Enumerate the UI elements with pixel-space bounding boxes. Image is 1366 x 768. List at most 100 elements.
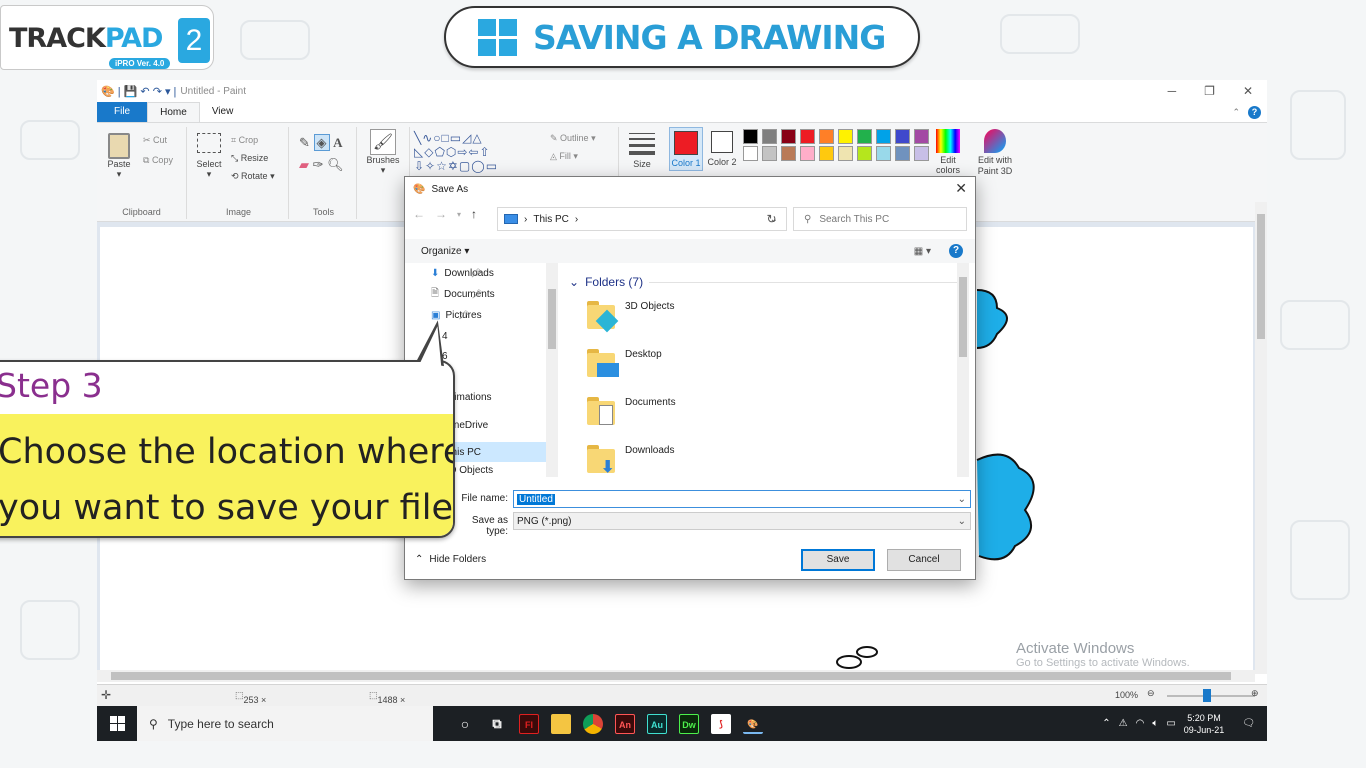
collapse-ribbon-icon[interactable]: ⌃ [1232,107,1240,118]
folder-downloads[interactable]: ⬇ Downloads [587,443,674,476]
zoom-in-icon[interactable]: ⊕ [1251,688,1259,699]
palette-swatch[interactable] [914,146,929,161]
start-button[interactable] [97,716,137,731]
edit-colors-button[interactable]: Edit colors [931,127,965,173]
paste-button[interactable]: Paste ▾ [103,133,135,180]
zoom-slider[interactable] [1167,689,1255,702]
palette-swatch[interactable] [743,146,758,161]
magnifier-icon[interactable]: 🔍︎ [327,157,344,172]
forward-icon[interactable]: → [435,207,447,221]
outline-button[interactable]: ✎ Outline ▾ [550,133,596,144]
palette-swatch[interactable] [819,129,834,144]
tab-file[interactable]: File [97,102,148,122]
vertical-scrollbar[interactable] [1255,202,1267,674]
color1-button[interactable]: Color 1 [669,127,703,171]
quick-access-icons[interactable]: 🎨 | 💾 ↶ ↷ ▾ | [101,85,176,98]
copy-button[interactable]: ⧉ Copy [143,155,173,166]
organize-button[interactable]: Organize ▾ [421,246,469,257]
palette-swatch[interactable] [800,146,815,161]
taskbar-clock[interactable]: 5:20 PM 09-Jun-21 [1184,712,1225,736]
nav-item-documents[interactable]: 🗎 Documents 📌︎ [431,284,495,304]
dreamweaver-icon[interactable]: Dw [679,713,699,734]
palette-swatch[interactable] [800,129,815,144]
palette-swatch[interactable] [876,129,891,144]
taskbar-search-input[interactable]: ⚲ Type here to search [137,706,433,741]
close-icon[interactable]: ✕ [1243,84,1253,98]
battery-icon[interactable]: ▭ [1166,718,1175,729]
fill-icon[interactable]: ◈ [313,134,330,151]
maximize-icon[interactable]: ❐ [1204,84,1215,98]
chrome-icon[interactable] [583,713,603,734]
network-alert-icon[interactable]: ⚠ [1119,718,1128,729]
crop-button[interactable]: ⌗ Crop [231,135,258,146]
palette-swatch[interactable] [762,146,777,161]
back-icon[interactable]: ← [413,207,425,221]
flash-icon[interactable]: Fl [519,713,539,734]
file-name-dropdown-icon[interactable]: ⌄ [958,494,970,505]
recent-dropdown-icon[interactable]: ▾ [457,210,461,219]
palette-swatch[interactable] [781,129,796,144]
nav-scrollbar[interactable] [546,263,558,477]
save-button[interactable]: Save [801,549,875,571]
horizontal-scrollbar[interactable] [97,670,1255,682]
nav-item-downloads[interactable]: ⬇ Downloads 📌︎ [431,263,494,283]
shapes-gallery[interactable]: ╲∿○□▭◿△ ◺◇⬠⬡⇨⇦⇧ ⇩✧☆✡▢◯▭ [414,131,540,173]
palette-swatch[interactable] [895,146,910,161]
dialog-close-icon[interactable]: ✕ [955,180,967,197]
volume-icon[interactable]: 🔈︎ [1152,718,1158,729]
paint3d-button[interactable]: Edit with Paint 3D [973,127,1017,177]
eraser-icon[interactable]: ▰ [299,157,309,172]
search-input[interactable]: ⚲ Search This PC [793,207,967,231]
address-bar[interactable]: › This PC › ⌄ [497,207,787,231]
audition-icon[interactable]: Au [647,713,667,734]
resize-button[interactable]: ⤡ Resize [231,153,268,164]
animate-icon[interactable]: An [615,713,635,734]
task-view-icon[interactable]: ⧉ [487,714,507,734]
palette-swatch[interactable] [743,129,758,144]
palette-swatch[interactable] [895,129,910,144]
palette-swatch[interactable] [857,129,872,144]
palette-swatch[interactable] [876,146,891,161]
color-picker-icon[interactable]: ✑ [313,157,324,172]
palette-swatch[interactable] [819,146,834,161]
view-options-icon[interactable]: ▦ ▾ [914,246,931,257]
file-name-input[interactable]: Untitled ⌄ [513,490,971,508]
palette-swatch[interactable] [762,129,777,144]
acrobat-icon[interactable]: ⟆ [711,713,731,734]
hide-folders-button[interactable]: ⌃ Hide Folders [415,554,486,565]
notifications-icon[interactable]: 🗨︎ [1242,718,1255,729]
up-icon[interactable]: ↑ [471,207,477,221]
folders-group-header[interactable]: ⌄ Folders (7) [569,275,959,289]
zoom-out-icon[interactable]: ⊖ [1147,688,1155,699]
save-as-type-select[interactable]: PNG (*.png) ⌄ [513,512,971,530]
paint-taskbar-icon[interactable]: 🎨 [743,714,763,734]
folder-3d-objects[interactable]: 3D Objects [587,299,674,333]
color2-button[interactable]: Color 2 [705,127,739,171]
folder-documents[interactable]: Documents [587,395,676,425]
palette-swatch[interactable] [914,129,929,144]
save-as-type-dropdown-icon[interactable]: ⌄ [958,516,970,527]
dialog-help-icon[interactable]: ? [949,244,963,258]
refresh-icon[interactable]: ↻ [757,207,787,231]
cancel-button[interactable]: Cancel [887,549,961,571]
select-button[interactable]: Select ▾ [195,133,223,180]
pencil-icon[interactable]: ✎ [299,135,310,150]
help-icon[interactable]: ? [1248,105,1261,119]
brushes-button[interactable]: 🖌︎ Brushes ▾ [363,129,403,176]
file-list-scrollbar[interactable] [957,263,969,477]
cut-button[interactable]: ✂ Cut [143,135,167,146]
fill-button[interactable]: ◬ Fill ▾ [550,151,578,162]
palette-swatch[interactable] [838,146,853,161]
tray-chevron-icon[interactable]: ⌃ [1102,718,1110,729]
palette-swatch[interactable] [857,146,872,161]
size-button[interactable]: Size [625,129,659,169]
tab-home[interactable]: Home [147,102,200,122]
text-icon[interactable]: A [333,135,342,150]
rotate-button[interactable]: ⟲ Rotate ▾ [231,171,275,182]
file-explorer-icon[interactable] [551,713,571,734]
tab-view[interactable]: View [200,102,246,122]
minimize-icon[interactable]: ─ [1168,84,1177,98]
wifi-icon[interactable]: ◠ [1136,718,1145,729]
palette-swatch[interactable] [838,129,853,144]
palette-swatch[interactable] [781,146,796,161]
